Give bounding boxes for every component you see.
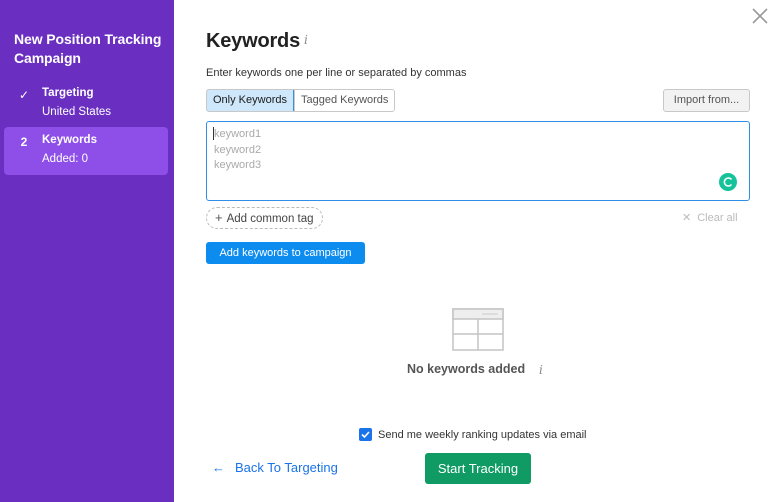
step-name: Keywords	[42, 134, 97, 146]
close-icon[interactable]	[750, 6, 770, 26]
start-tracking-button[interactable]: Start Tracking	[425, 453, 531, 484]
back-label: Back To Targeting	[235, 460, 338, 475]
keywords-placeholder: keyword1 keyword2 keyword3	[214, 127, 261, 174]
empty-state-text: No keywords added	[407, 362, 526, 376]
step-targeting[interactable]: ✓ Targeting United States	[4, 80, 168, 128]
grammarly-icon[interactable]	[719, 173, 737, 191]
step-keywords[interactable]: 2 Keywords Added: 0	[4, 127, 168, 175]
check-icon: ✓	[18, 88, 30, 102]
clear-all-button[interactable]: ✕ Clear all	[682, 211, 738, 224]
add-common-tag-button[interactable]: + Add common tag	[206, 207, 323, 229]
instruction-text: Enter keywords one per line or separated…	[206, 67, 467, 79]
back-to-targeting-link[interactable]: ← Back To Targeting	[212, 460, 338, 475]
step-number: 2	[20, 135, 28, 149]
sidebar: New Position Tracking Campaign ✓ Targeti…	[0, 0, 174, 502]
placeholder-line: keyword3	[214, 159, 262, 171]
plus-icon: +	[215, 210, 223, 225]
add-tag-label: Add common tag	[226, 213, 314, 225]
email-updates-row: Send me weekly ranking updates via email	[359, 428, 587, 441]
step-subtitle: United States	[42, 106, 112, 118]
email-updates-label: Send me weekly ranking updates via email	[378, 428, 587, 441]
arrow-left-icon: ←	[212, 460, 225, 475]
add-keywords-button[interactable]: Add keywords to campaign	[206, 242, 365, 264]
placeholder-line: keyword2	[214, 143, 262, 156]
import-button[interactable]: Import from...	[663, 89, 750, 112]
sidebar-title: New Position Tracking Campaign	[14, 31, 162, 66]
keywords-textarea[interactable]: keyword1 keyword2 keyword3	[206, 121, 750, 201]
page-title: Keywords	[206, 30, 300, 52]
table-icon	[452, 308, 504, 351]
placeholder-line: keyword1	[214, 128, 262, 140]
close-icon: ✕	[682, 212, 692, 224]
step-name: Targeting	[42, 87, 94, 99]
toggle-tagged-keywords[interactable]: Tagged Keywords	[293, 90, 395, 111]
step-subtitle: Added: 0	[42, 153, 89, 165]
email-updates-checkbox[interactable]	[359, 428, 372, 441]
keyword-mode-toggle: Only Keywords Tagged Keywords	[206, 89, 396, 112]
info-icon[interactable]: i	[539, 363, 543, 377]
info-icon[interactable]: i	[304, 33, 308, 47]
clear-all-label: Clear all	[697, 212, 738, 224]
toggle-only-keywords[interactable]: Only Keywords	[207, 90, 294, 111]
